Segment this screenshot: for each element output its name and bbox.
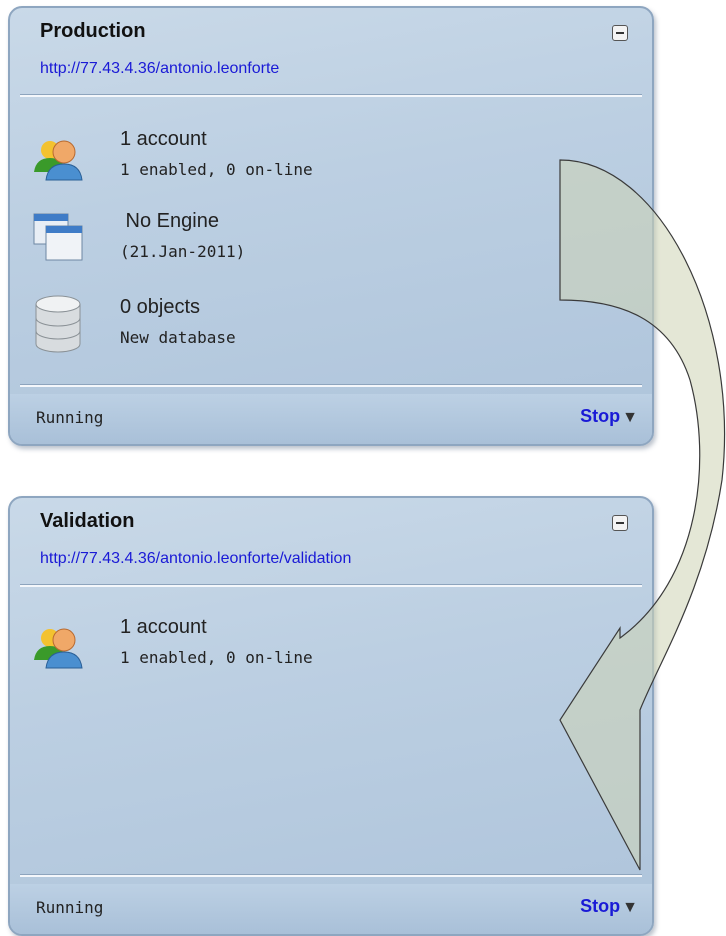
row-sub-text: 1 enabled, 0 on-line — [120, 160, 313, 179]
row-engine: No Engine (21.Jan-2011) — [10, 208, 652, 288]
panel-validation: Validation http://77.43.4.36/antonio.leo… — [8, 496, 654, 936]
panel-title: Production — [40, 20, 146, 42]
row-sub-text: 1 enabled, 0 on-line — [120, 648, 313, 667]
windows-icon — [33, 213, 83, 261]
database-icon — [35, 295, 81, 353]
dropdown-triangle-icon: ▼ — [622, 409, 638, 426]
users-icon — [34, 140, 83, 181]
row-main-text: 1 account — [120, 128, 207, 150]
panel-title: Validation — [40, 510, 135, 532]
row-database: 0 objects New database — [10, 294, 652, 374]
row-sub-text: (21.Jan-2011) — [120, 242, 246, 261]
row-main-text: No Engine — [120, 210, 219, 232]
panel-footer: Running Stop ▼ — [10, 884, 652, 934]
divider — [20, 584, 642, 587]
status-text: Running — [36, 898, 104, 917]
divider — [20, 94, 642, 97]
collapse-button[interactable] — [612, 515, 628, 531]
panel-url-link[interactable]: http://77.43.4.36/antonio.leonforte/vali… — [40, 550, 351, 568]
row-accounts: 1 account 1 enabled, 0 on-line — [10, 614, 652, 694]
panel-header: Production http://77.43.4.36/antonio.leo… — [10, 8, 652, 90]
dropdown-triangle-icon: ▼ — [622, 899, 638, 916]
stop-button[interactable]: Stop ▼ — [580, 896, 638, 917]
panel-header: Validation http://77.43.4.36/antonio.leo… — [10, 498, 652, 580]
row-main-text: 0 objects — [120, 296, 201, 318]
panel-production: Production http://77.43.4.36/antonio.leo… — [8, 6, 654, 446]
divider — [20, 874, 642, 877]
stop-button[interactable]: Stop ▼ — [580, 406, 638, 427]
row-accounts: 1 account 1 enabled, 0 on-line — [10, 126, 652, 206]
row-main-text: 1 account — [120, 616, 207, 638]
stop-label: Stop — [580, 406, 621, 426]
row-sub-text: New database — [120, 328, 236, 347]
panel-url-link[interactable]: http://77.43.4.36/antonio.leonforte — [40, 60, 279, 78]
collapse-button[interactable] — [612, 25, 628, 41]
divider — [20, 384, 642, 387]
status-text: Running — [36, 408, 104, 427]
users-icon — [34, 628, 83, 669]
panel-footer: Running Stop ▼ — [10, 394, 652, 444]
stop-label: Stop — [580, 896, 621, 916]
